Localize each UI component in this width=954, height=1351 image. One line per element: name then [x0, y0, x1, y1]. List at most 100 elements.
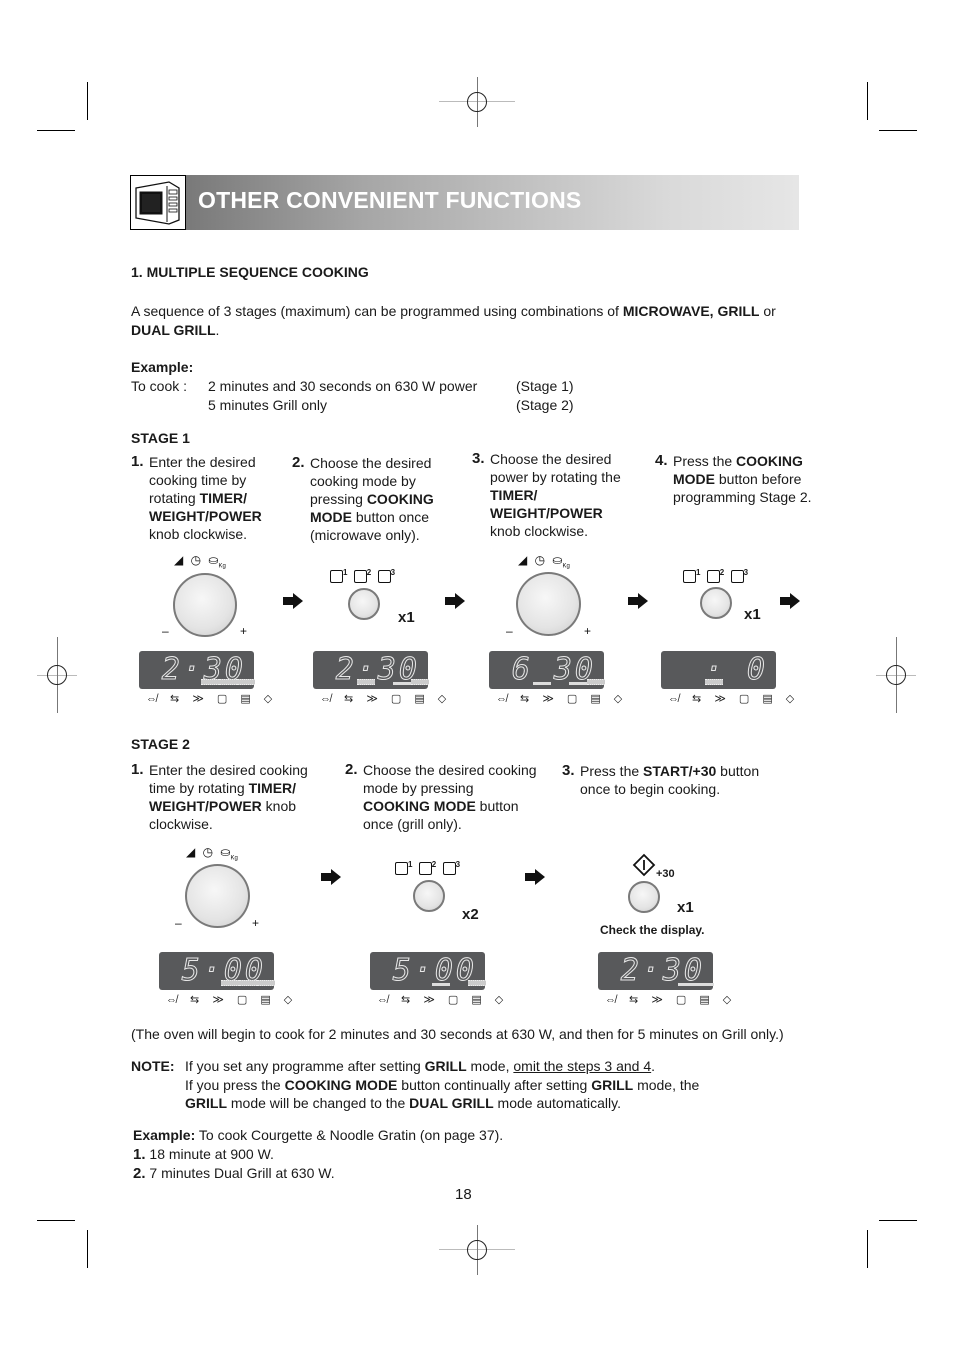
note-text-part: mode will be changed to the	[227, 1095, 410, 1111]
registration-mark	[32, 637, 82, 713]
cooking-mode-button[interactable]	[413, 880, 445, 912]
dual-grill-mode-icon	[730, 570, 744, 584]
note-bold: GRILL	[424, 1058, 467, 1074]
note-bold: COOKING MODE	[284, 1076, 398, 1093]
crop-mark	[867, 1230, 868, 1268]
dual-grill-mode-icon	[377, 570, 391, 584]
note-bold: GRILL	[591, 1076, 634, 1093]
intro-bold: DUAL GRILL	[131, 321, 216, 338]
intro-text-part: .	[215, 321, 220, 338]
intro-text: A sequence of 3 stages (maximum) can be …	[131, 302, 811, 339]
indicator-icons: ⇎ ⇆ ≫ ▢ ▤ ◇	[668, 693, 800, 705]
arrow-right-icon	[525, 869, 545, 885]
timer-icon: ◷	[190, 553, 202, 567]
intro-bold: MICROWAVE, GRILL	[622, 303, 760, 319]
stage1-step-4: 4. Press the COOKING MODE button before …	[655, 452, 815, 506]
arrow-right-icon	[321, 869, 341, 885]
step-number: 2.	[292, 454, 305, 471]
plus-label: +	[584, 624, 592, 638]
stage2-step-3: 3. Press the START/+30 button once to be…	[562, 762, 772, 798]
header-banner: OTHER CONVENIENT FUNCTIONS	[130, 175, 799, 230]
step-number: 4.	[655, 452, 668, 469]
lcd-display: 5·00	[159, 952, 275, 990]
start-plus30-button[interactable]	[628, 881, 660, 913]
timer-icon: ◷	[202, 845, 214, 859]
indicator-icons: ⇎ ⇆ ≫ ▢ ▤ ◇	[377, 994, 509, 1006]
crop-mark	[37, 1220, 75, 1221]
note-text-part: mode automatically.	[493, 1095, 621, 1111]
microwave-mode-icon	[330, 570, 343, 584]
stage2-step-1: 1. Enter the desired cooking time by rot…	[131, 761, 316, 833]
check-display-label: Check the display.	[600, 923, 705, 937]
example2-item-text: 7 minutes Dual Grill at 630 W.	[145, 1165, 335, 1181]
example-row-1-stage: (Stage 1)	[516, 378, 574, 394]
note-text-part: button continually after setting	[397, 1076, 592, 1093]
crop-mark	[87, 1230, 88, 1268]
crop-mark	[879, 130, 917, 131]
indicator-icons: ⇎ ⇆ ≫ ▢ ▤ ◇	[320, 693, 452, 705]
cooking-mode-button[interactable]	[348, 588, 380, 620]
note-text-part: If you set any programme after setting	[185, 1058, 425, 1074]
lcd-display: 2·30	[598, 952, 714, 990]
lcd-display: · 0	[661, 651, 776, 689]
note-text-part: .	[651, 1058, 656, 1074]
minus-label: –	[506, 624, 513, 638]
registration-mark	[439, 1225, 515, 1275]
stage1-title: STAGE 1	[131, 430, 190, 446]
to-cook-label: To cook :	[131, 378, 188, 394]
crop-mark	[879, 1220, 917, 1221]
lcd-display: 2·30	[139, 651, 255, 689]
dual-grill-mode-icon	[442, 862, 456, 876]
step-number: 3.	[562, 762, 575, 779]
start-icon	[632, 853, 656, 877]
example2-item-number: 1.	[133, 1145, 146, 1163]
example2-item-number: 2.	[133, 1165, 146, 1182]
example2: Example: To cook Courgette & Noodle Grat…	[133, 1126, 503, 1184]
power-icon: ◢	[518, 553, 528, 567]
note-text-part: mode, the	[633, 1076, 700, 1093]
note-label: NOTE:	[131, 1058, 175, 1074]
cooking-mode-icons: 1 2 3	[683, 568, 751, 584]
note-text-part: If you press the	[185, 1076, 285, 1093]
arrow-right-icon	[445, 593, 465, 609]
example-label: Example:	[131, 359, 194, 375]
power-icon: ◢	[186, 845, 196, 859]
microwave-mode-icon	[683, 570, 696, 584]
minus-label: –	[175, 916, 182, 930]
crop-mark	[37, 130, 75, 131]
step-number: 1.	[131, 761, 144, 778]
step-bold: COOKING MODE	[363, 798, 476, 814]
step-number: 1.	[131, 453, 144, 470]
timer-weight-power-knob[interactable]	[185, 864, 250, 928]
indicator-icons: ⇎ ⇆ ≫ ▢ ▤ ◇	[166, 994, 298, 1006]
indicator-icons: ⇎ ⇆ ≫ ▢ ▤ ◇	[496, 693, 628, 705]
start-plus30-label: +30	[656, 868, 675, 880]
example-row-2-stage: (Stage 2)	[516, 397, 574, 413]
timer-weight-power-knob[interactable]	[173, 573, 237, 637]
knob-symbols: ◢ ◷ ⛀Kg	[518, 553, 570, 569]
step-bold: TIMER/ WEIGHT/POWER	[490, 487, 603, 521]
microwave-icon	[130, 175, 186, 230]
step-text: knob clockwise.	[490, 523, 589, 539]
registration-mark	[871, 637, 921, 713]
note-text: If you set any programme after setting G…	[185, 1057, 805, 1113]
step-number: 2.	[345, 761, 358, 778]
lcd-display: 5·00	[370, 952, 486, 990]
example2-item-text: 18 minute at 900 W.	[145, 1145, 274, 1162]
power-icon: ◢	[174, 553, 184, 567]
timer-icon: ◷	[534, 553, 546, 567]
press-count: x1	[744, 606, 761, 623]
intro-text-part: or	[759, 303, 776, 319]
note-text-part: mode,	[466, 1058, 514, 1074]
step-text: Press the	[673, 453, 737, 469]
plus-label: +	[252, 916, 260, 930]
cooking-mode-button[interactable]	[700, 587, 732, 619]
arrow-right-icon	[780, 593, 800, 609]
section-title: 1. MULTIPLE SEQUENCE COOKING	[131, 264, 369, 280]
timer-weight-power-knob[interactable]	[516, 572, 581, 636]
stage2-step-2: 2. Choose the desired cooking mode by pr…	[345, 761, 540, 833]
step-text: Choose the desired power by rotating the	[490, 451, 621, 485]
indicator-icons: ⇎ ⇆ ≫ ▢ ▤ ◇	[605, 994, 737, 1006]
step-bold: START/+30	[643, 763, 717, 779]
page-title: OTHER CONVENIENT FUNCTIONS	[198, 187, 582, 213]
